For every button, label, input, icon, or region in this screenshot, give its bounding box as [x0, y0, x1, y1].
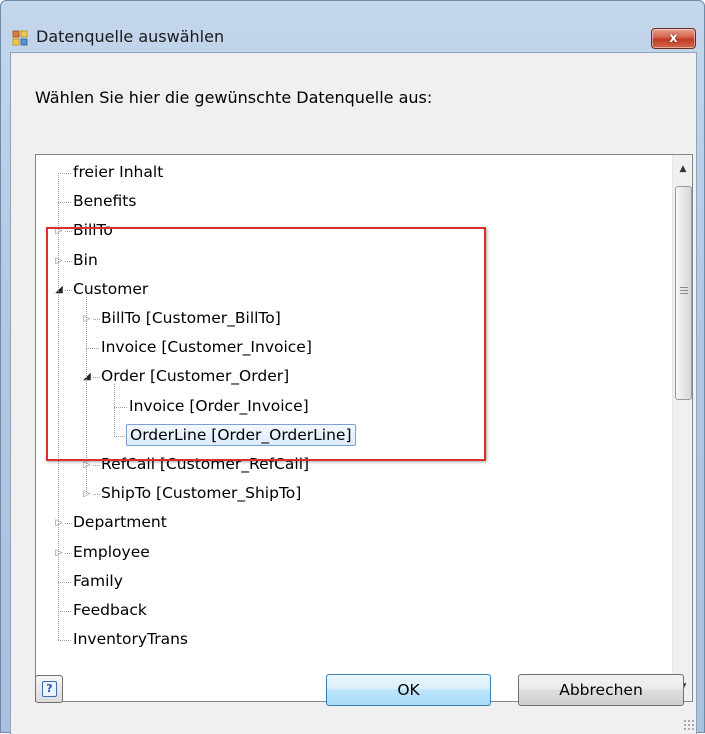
tree-connector-line [65, 231, 72, 233]
help-button[interactable]: ? [35, 675, 63, 703]
tree-connector-line [93, 319, 100, 320]
tree-item-label: Bin [73, 250, 98, 269]
tree-item-label: InventoryTrans [73, 630, 188, 649]
tree-item-label: Feedback [73, 601, 147, 619]
tree-connector-line [58, 202, 72, 204]
tree-connector-line [86, 296, 87, 495]
vertical-scrollbar[interactable]: ▲ ▼ [672, 155, 692, 701]
tree-item[interactable]: BillTo [70, 216, 116, 244]
triangle-right-icon[interactable]: ▷ [82, 489, 92, 499]
tree-connector-line [114, 384, 115, 436]
tree-item[interactable]: Invoice [Order_Invoice] [126, 392, 312, 420]
tree-connector-line [58, 173, 59, 641]
help-icon: ? [42, 681, 57, 697]
scroll-up-icon[interactable]: ▲ [673, 159, 692, 179]
tree-item[interactable]: Bin [70, 246, 101, 274]
tree-item[interactable]: Family [70, 567, 126, 595]
tree-item[interactable]: freier Inhalt [70, 158, 166, 186]
tree-item[interactable]: Employee [70, 538, 153, 566]
triangle-right-icon[interactable]: ▷ [82, 314, 92, 324]
tree-item-label: Family [73, 571, 123, 590]
scrollbar-thumb[interactable] [675, 186, 692, 400]
triangle-right-icon[interactable]: ▷ [54, 518, 64, 528]
tree-connector-line [58, 640, 72, 642]
close-icon: x [669, 31, 678, 46]
triangle-down-icon[interactable]: ◢ [54, 284, 64, 295]
tree-item-label: RefCall [Customer_RefCall] [101, 455, 310, 473]
grip-icon [680, 287, 688, 294]
resize-grip-icon[interactable] [683, 719, 695, 731]
tree-item[interactable]: Invoice [Customer_Invoice] [98, 333, 315, 361]
tree-item[interactable]: Customer [70, 275, 151, 303]
tree-item[interactable]: Benefits [70, 187, 139, 215]
tree-item[interactable]: InventoryTrans [70, 625, 191, 653]
tree-connector-line [86, 348, 100, 350]
window-title: Datenquelle auswählen [36, 27, 225, 46]
tree-item-label: Invoice [Order_Invoice] [129, 396, 309, 415]
tree-item-label: Department [73, 513, 167, 532]
tree-item[interactable]: RefCall [Customer_RefCall] [98, 450, 312, 478]
tree-item-label: Order [Customer_Order] [101, 367, 290, 386]
close-button[interactable]: x [651, 28, 696, 49]
tree-item[interactable]: Feedback [70, 596, 150, 624]
tree-connector-line [65, 260, 72, 262]
tree-item-label: Employee [73, 542, 150, 561]
tree-item-label: Invoice [Customer_Invoice] [101, 338, 312, 357]
tree-item-label: ShipTo [Customer_ShipTo] [101, 484, 302, 503]
triangle-right-icon[interactable]: ▷ [54, 256, 64, 266]
tree-connector-line [65, 289, 72, 291]
tree-connector-line [58, 173, 72, 174]
tree-item[interactable]: OrderLine [Order_OrderLine] [126, 421, 356, 449]
tree-item[interactable]: ShipTo [Customer_ShipTo] [98, 479, 304, 507]
tree-connector-line [93, 377, 100, 379]
tree-connector-line [65, 552, 72, 554]
tree-item-label-selected: OrderLine [Order_OrderLine] [126, 423, 356, 446]
tree-item[interactable]: Order [Customer_Order] [98, 362, 292, 390]
tree-connector-line [58, 581, 72, 583]
triangle-down-icon[interactable]: ◢ [82, 372, 92, 382]
cancel-button[interactable]: Abbrechen [518, 674, 684, 706]
dialog-body: Wählen Sie hier die gewünschte Datenquel… [10, 52, 697, 734]
tree-connector-line [114, 406, 128, 408]
datasource-dialog-icon [12, 30, 28, 46]
triangle-right-icon[interactable]: ▷ [54, 548, 64, 558]
datasource-tree[interactable]: ▲ ▼ freier Inhalt Benefits BillTo ▷ Bin ▷ Cust… [35, 154, 693, 702]
tree-item-label: freier Inhalt [73, 163, 164, 181]
tree-item-label: BillTo [73, 221, 113, 240]
tree-connector-line [93, 465, 100, 466]
triangle-right-icon[interactable]: ▷ [54, 226, 64, 236]
tree-connector-line [93, 494, 100, 496]
tree-connector-line [114, 435, 128, 437]
tree-item-label: Customer [73, 279, 149, 298]
tree-item-label: BillTo [Customer_BillTo] [101, 309, 281, 327]
tree-connector-line [58, 611, 72, 612]
tree-item-label: Benefits [73, 192, 137, 211]
ok-button[interactable]: OK [326, 674, 491, 706]
instruction-text: Wählen Sie hier die gewünschte Datenquel… [35, 88, 433, 107]
triangle-right-icon[interactable]: ▷ [82, 460, 92, 470]
tree-item[interactable]: BillTo [Customer_BillTo] [98, 304, 284, 332]
dialog-window: Datenquelle auswählen x Wählen Sie hier … [0, 0, 705, 734]
tree-item[interactable]: Department [70, 508, 170, 536]
tree-connector-line [65, 523, 72, 525]
